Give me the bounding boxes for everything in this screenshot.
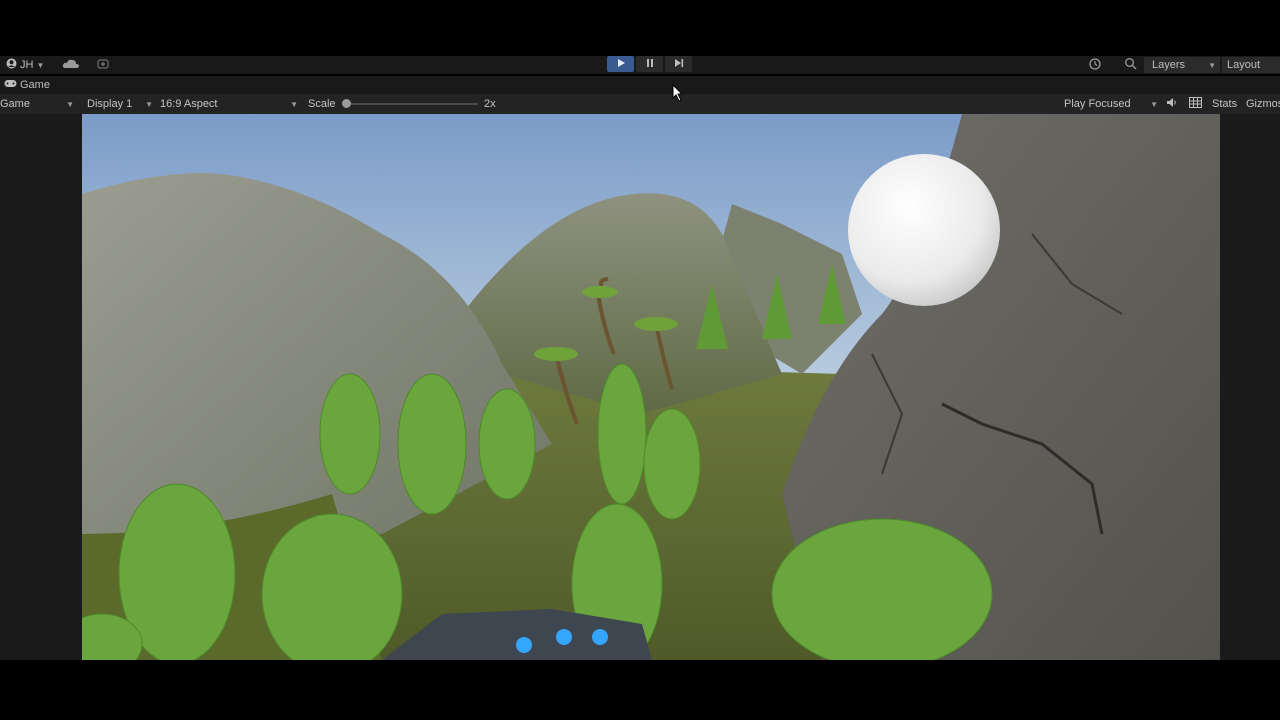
search-button[interactable] bbox=[1124, 57, 1137, 73]
layout-dropdown[interactable]: Layout bbox=[1222, 57, 1280, 73]
game-select[interactable]: Game ▼ bbox=[0, 96, 80, 112]
history-button[interactable] bbox=[1088, 57, 1102, 73]
stats-button[interactable]: Stats bbox=[1212, 96, 1237, 112]
chevron-down-icon: ▼ bbox=[1208, 60, 1216, 70]
chevron-down-icon: ▼ bbox=[290, 99, 298, 109]
aspect-grid-button[interactable] bbox=[1189, 96, 1202, 112]
display-select-label: Display 1 bbox=[87, 98, 133, 110]
pause-icon bbox=[645, 58, 655, 71]
play-button[interactable] bbox=[607, 56, 634, 72]
cloud-button[interactable] bbox=[62, 57, 80, 73]
aspect-select-label: 16:9 Aspect bbox=[160, 98, 218, 110]
game-scene bbox=[82, 114, 1220, 660]
layout-label: Layout bbox=[1227, 59, 1261, 71]
account-dropdown[interactable]: JH ▼ bbox=[6, 57, 44, 73]
stats-label: Stats bbox=[1212, 98, 1238, 110]
collab-button[interactable] bbox=[96, 57, 110, 73]
scale-label-text: Scale bbox=[308, 98, 336, 110]
scale-label: Scale bbox=[308, 96, 336, 112]
gamepad-icon bbox=[4, 79, 17, 91]
mute-audio-button[interactable] bbox=[1166, 96, 1178, 112]
chevron-down-icon: ▼ bbox=[1150, 99, 1158, 109]
scale-value: 2x bbox=[484, 96, 496, 112]
play-icon bbox=[616, 58, 626, 71]
speaker-icon bbox=[1166, 97, 1178, 111]
grid-icon bbox=[1189, 97, 1202, 111]
collab-icon bbox=[96, 58, 110, 73]
mouse-cursor-icon bbox=[672, 83, 684, 105]
chevron-down-icon: ▼ bbox=[36, 60, 45, 70]
aspect-select[interactable]: 16:9 Aspect ▼ bbox=[160, 96, 300, 112]
scale-slider-handle[interactable] bbox=[342, 99, 351, 108]
play-mode-label: Play Focused bbox=[1064, 98, 1131, 110]
game-select-label: Game bbox=[0, 98, 30, 110]
white-sphere bbox=[848, 154, 1000, 306]
search-icon bbox=[1124, 57, 1137, 73]
game-tab-bar: Game bbox=[0, 76, 1280, 94]
display-select[interactable]: Display 1 ▼ bbox=[87, 96, 157, 112]
chevron-down-icon: ▼ bbox=[145, 99, 153, 109]
gizmos-button[interactable]: Gizmos bbox=[1246, 96, 1280, 112]
chevron-down-icon: ▼ bbox=[66, 99, 74, 109]
tab-game[interactable]: Game bbox=[4, 77, 50, 93]
account-label: JH bbox=[20, 59, 34, 71]
history-icon bbox=[1088, 57, 1102, 74]
step-button[interactable] bbox=[665, 56, 692, 72]
pause-button[interactable] bbox=[636, 56, 663, 72]
scale-value-text: 2x bbox=[484, 98, 496, 110]
game-viewport[interactable] bbox=[82, 114, 1220, 660]
gizmos-label: Gizmos bbox=[1246, 98, 1280, 110]
user-icon bbox=[6, 58, 17, 72]
play-controls bbox=[607, 56, 692, 72]
scale-slider-track[interactable] bbox=[346, 103, 478, 105]
layers-dropdown[interactable]: Layers ▼ bbox=[1144, 57, 1220, 73]
tab-game-label: Game bbox=[20, 79, 50, 91]
play-mode-select[interactable]: Play Focused ▼ bbox=[1064, 96, 1160, 112]
game-view-controls: Game ▼ Display 1 ▼ 16:9 Aspect ▼ Scale 2… bbox=[0, 94, 1280, 114]
layers-label: Layers bbox=[1152, 59, 1186, 71]
cloud-icon bbox=[62, 59, 80, 72]
step-icon bbox=[674, 58, 684, 71]
